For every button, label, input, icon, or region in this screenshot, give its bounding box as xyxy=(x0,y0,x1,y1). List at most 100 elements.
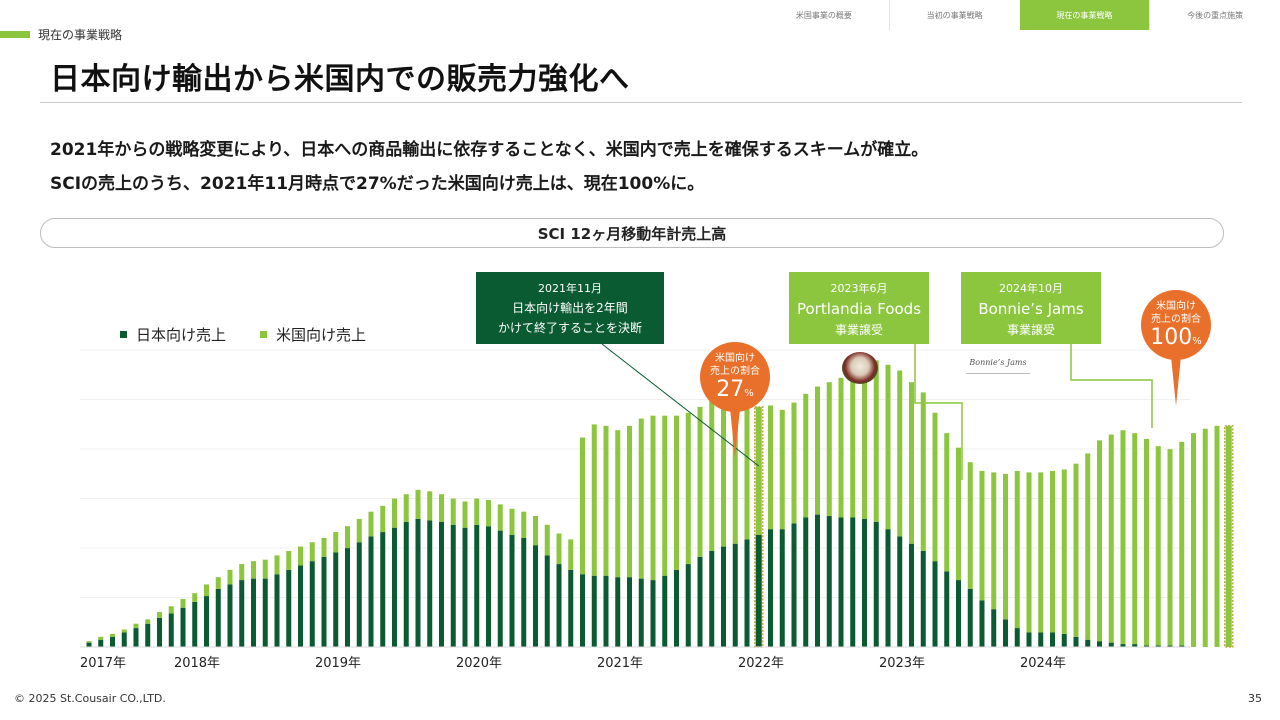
bar-japan xyxy=(274,574,280,647)
bar-japan xyxy=(462,527,468,647)
callout-export-end-decision: 2021年11月 日本向け輸出を2年間 かけて終了することを決断 xyxy=(476,272,664,344)
bar-us xyxy=(685,412,691,565)
bar-us xyxy=(286,550,292,570)
bar-us xyxy=(603,425,609,576)
bar-japan xyxy=(180,607,186,647)
callout-bonnies-name: Bonnie’s Jams xyxy=(978,300,1084,318)
bar-japan xyxy=(298,565,303,647)
bar-us xyxy=(697,406,703,557)
bar-us xyxy=(321,537,327,557)
bar-us xyxy=(909,382,914,544)
x-tick-label: 2018年 xyxy=(174,656,220,671)
bar-japan xyxy=(321,556,327,647)
page-number: 35 xyxy=(1248,692,1262,705)
bar-us xyxy=(826,382,832,517)
bar-us xyxy=(850,369,856,518)
bar-us xyxy=(86,641,92,643)
bar-us xyxy=(721,401,726,547)
callout-decision-date: 2021年11月 xyxy=(538,282,602,295)
bar-japan xyxy=(1003,619,1008,647)
bar-us xyxy=(956,447,961,581)
bar-japan xyxy=(732,543,738,647)
bar-japan xyxy=(838,517,844,647)
bar-us xyxy=(439,494,444,522)
bar-japan xyxy=(497,530,503,647)
bar-japan xyxy=(309,561,315,647)
bar-us xyxy=(638,418,644,579)
legend-us-label: 米国向け売上 xyxy=(276,326,367,344)
bar-japan xyxy=(521,537,527,647)
bar-us xyxy=(380,505,386,533)
bar-japan xyxy=(638,578,644,647)
bar-us xyxy=(967,462,973,589)
bar-japan xyxy=(262,578,268,647)
bar-japan xyxy=(956,580,961,647)
portlandia-logo-icon xyxy=(842,352,878,384)
bar-japan xyxy=(215,588,221,647)
bar-japan xyxy=(86,642,92,647)
bar-japan xyxy=(450,524,456,647)
bar-us xyxy=(591,424,597,576)
bar-us xyxy=(239,564,245,581)
share-27-bubble: 米国向け 売上の割合 27% xyxy=(700,342,770,412)
bar-japan xyxy=(721,546,726,647)
x-tick-label: 2024年 xyxy=(1020,656,1066,671)
bar-japan xyxy=(662,575,668,647)
bar-us xyxy=(345,526,350,549)
bar-japan xyxy=(744,539,750,647)
bar-japan xyxy=(392,527,397,647)
bar-japan xyxy=(967,588,973,647)
bar-japan xyxy=(204,596,209,647)
bar-japan xyxy=(133,628,139,647)
bar-japan xyxy=(1097,641,1102,647)
copyright: © 2025 St.Cousair CO.,LTD. xyxy=(14,692,166,705)
bar-japan xyxy=(650,580,656,647)
share-100-pointer xyxy=(1171,356,1181,406)
bar-japan xyxy=(192,601,198,647)
bar-us xyxy=(533,516,538,546)
bar-us xyxy=(251,561,256,579)
bar-us xyxy=(1050,470,1055,633)
bar-japan xyxy=(591,575,597,647)
bar-us xyxy=(1061,469,1067,634)
bar-japan xyxy=(286,569,292,647)
callout-portlandia-name: Portlandia Foods xyxy=(796,300,922,318)
bar-us xyxy=(615,430,621,578)
bar-us xyxy=(298,546,303,566)
bar-us xyxy=(897,370,903,537)
bar-us xyxy=(709,398,715,551)
bar-japan xyxy=(368,536,374,647)
bar-japan xyxy=(1026,632,1032,647)
bar-japan xyxy=(98,639,104,647)
bar-us xyxy=(650,415,656,581)
x-tick-label: 2020年 xyxy=(456,656,502,671)
bar-us xyxy=(580,437,585,575)
bar-us xyxy=(862,364,867,519)
bar-us xyxy=(1132,433,1138,645)
bar-us xyxy=(873,360,879,522)
bar-us xyxy=(274,555,280,575)
bar-us xyxy=(1014,470,1020,629)
bar-us xyxy=(168,606,174,614)
bar-us xyxy=(1085,453,1091,640)
bar-japan xyxy=(556,564,562,647)
bar-us xyxy=(556,533,562,565)
bar-japan xyxy=(544,555,550,647)
bonnies-connector xyxy=(1070,344,1153,428)
bar-us xyxy=(521,511,527,538)
bar-us xyxy=(368,511,374,537)
sales-chart: 2017年 2018年 2019年 2020年 2021年 2022年 2023年 2024年 xyxy=(80,343,1234,671)
bar-us xyxy=(1097,440,1102,642)
bar-japan xyxy=(920,550,926,647)
bar-japan xyxy=(474,524,480,647)
bar-us xyxy=(1202,428,1208,647)
bar-us xyxy=(1144,438,1149,646)
bar-us xyxy=(1179,441,1185,646)
bar-us xyxy=(133,623,139,629)
bar-japan xyxy=(110,636,115,647)
share-27-value: 27 xyxy=(716,377,745,402)
bar-us xyxy=(768,405,773,530)
bar-us xyxy=(944,433,950,572)
bar-us xyxy=(427,491,433,521)
bar-us xyxy=(744,408,750,540)
